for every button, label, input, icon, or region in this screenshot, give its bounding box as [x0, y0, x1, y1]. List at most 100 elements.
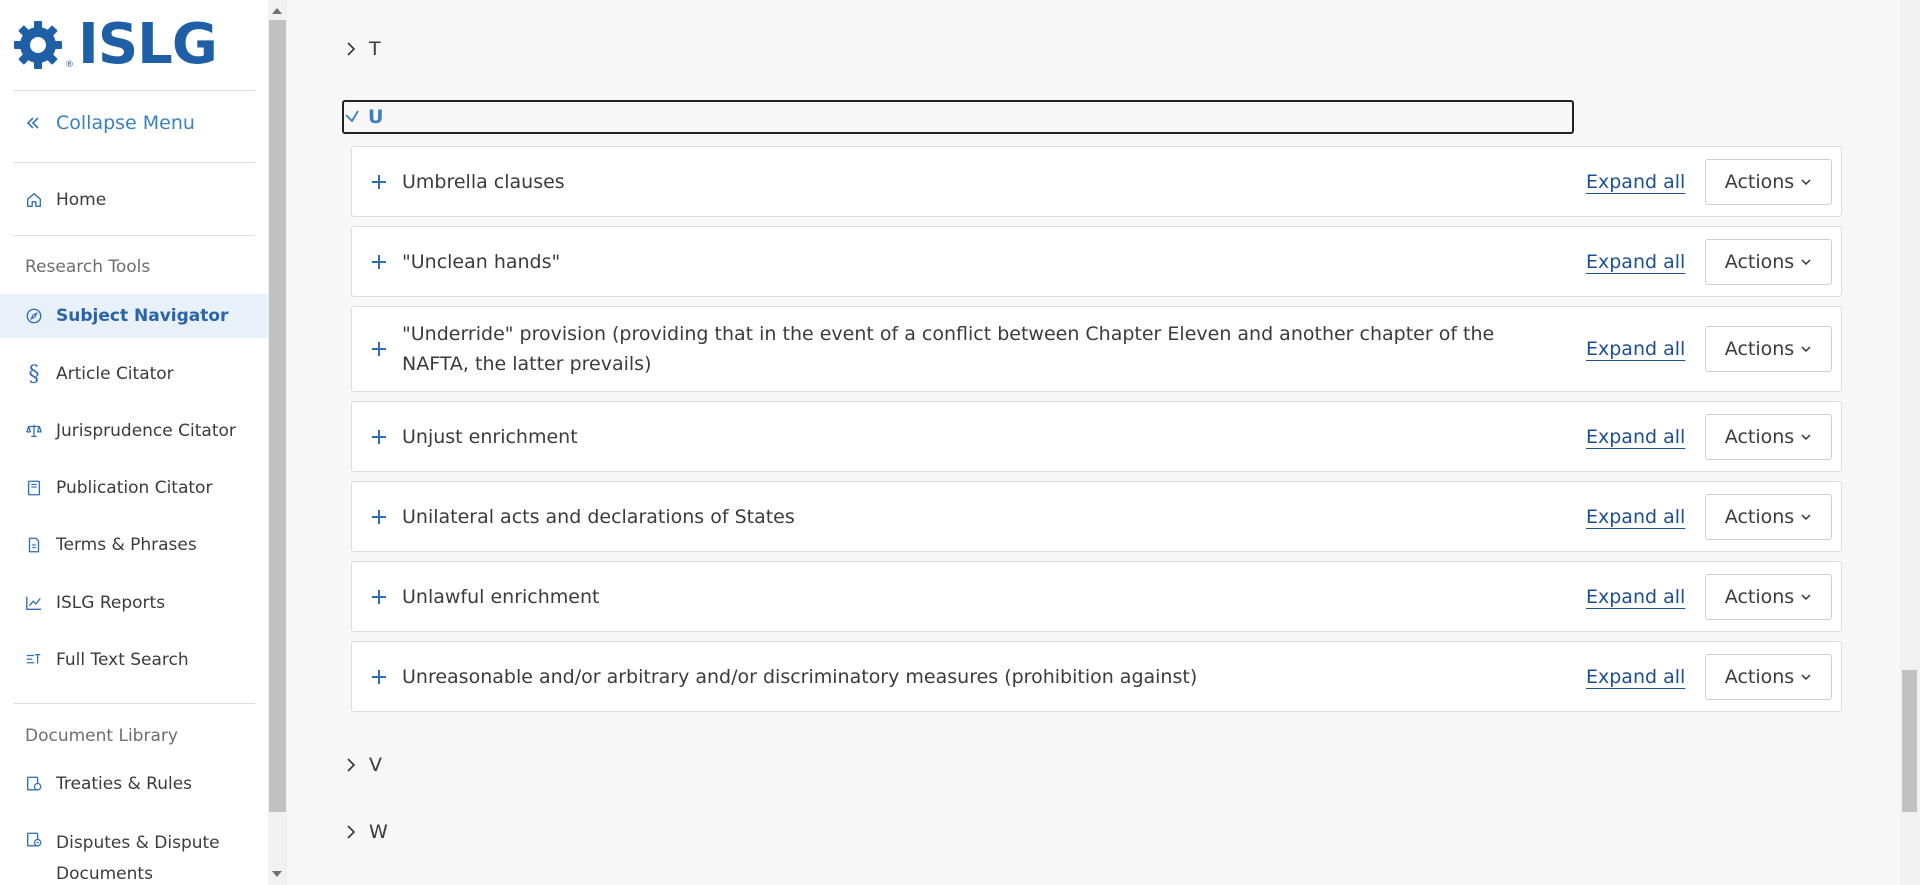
- collapse-menu-button[interactable]: Collapse Menu: [24, 112, 195, 134]
- scales-icon: [24, 421, 44, 441]
- nav-article-citator[interactable]: § Article Citator: [0, 352, 268, 396]
- nav-label: Publication Citator: [56, 478, 213, 498]
- subject-card: Unreasonable and/or arbitrary and/or dis…: [351, 641, 1842, 712]
- plus-icon[interactable]: [370, 340, 388, 358]
- divider: [13, 90, 255, 91]
- divider: [13, 235, 255, 236]
- actions-dropdown[interactable]: Actions: [1705, 413, 1832, 460]
- actions-label: Actions: [1724, 170, 1795, 193]
- letter-section-w[interactable]: W: [343, 821, 388, 843]
- logo-text: ISLG: [78, 12, 218, 77]
- subject-card: "Unclean hands" Expand all Actions: [351, 226, 1842, 297]
- plus-icon[interactable]: [370, 668, 388, 686]
- letter-section-v[interactable]: V: [343, 754, 382, 776]
- plus-icon[interactable]: [370, 428, 388, 446]
- sidebar-scroll-up-arrow[interactable]: [272, 8, 282, 14]
- nav-label: Jurisprudence Citator: [56, 421, 236, 441]
- actions-dropdown[interactable]: Actions: [1705, 326, 1832, 372]
- plus-icon[interactable]: [370, 253, 388, 271]
- letter-section-u[interactable]: U: [342, 100, 1574, 134]
- letter-label: W: [369, 821, 388, 843]
- letter-label: U: [368, 106, 384, 128]
- sidebar-scroll-down-arrow[interactable]: [272, 871, 282, 877]
- dispute-icon: [24, 830, 44, 850]
- actions-label: Actions: [1724, 665, 1795, 688]
- registered-mark: ®: [65, 60, 74, 70]
- subject-card: Unjust enrichment Expand all Actions: [351, 401, 1842, 472]
- chevron-down-icon: [1801, 178, 1811, 185]
- plus-icon[interactable]: [370, 173, 388, 191]
- actions-dropdown[interactable]: Actions: [1705, 493, 1832, 540]
- subject-card: "Underride" provision (providing that in…: [351, 306, 1842, 392]
- text-search-icon: [24, 650, 44, 670]
- actions-label: Actions: [1724, 585, 1795, 608]
- nav-treaties-rules[interactable]: Treaties & Rules: [0, 762, 268, 806]
- expand-all-link[interactable]: Expand all: [1586, 506, 1685, 528]
- chevron-down-icon: [1801, 346, 1811, 353]
- chevron-right-icon: [347, 758, 356, 772]
- nav-label: Article Citator: [56, 364, 174, 384]
- home-icon: [24, 190, 44, 210]
- nav-islg-reports[interactable]: ISLG Reports: [0, 581, 268, 625]
- document-icon: [24, 535, 44, 555]
- expand-all-link[interactable]: Expand all: [1586, 338, 1685, 360]
- nav-label: Disputes & Dispute Documents: [56, 833, 220, 884]
- subject-title[interactable]: Unjust enrichment: [402, 422, 1532, 452]
- letter-label: T: [369, 38, 381, 60]
- chevron-down-icon: [1801, 433, 1811, 440]
- chevron-down-icon: [1801, 513, 1811, 520]
- nav-subject-navigator[interactable]: Subject Navigator: [0, 294, 268, 338]
- expand-all-link[interactable]: Expand all: [1586, 426, 1685, 448]
- research-tools-heading: Research Tools: [25, 257, 151, 277]
- nav-publication-citator[interactable]: Publication Citator: [0, 466, 268, 510]
- chart-line-icon: [24, 593, 44, 613]
- subject-title[interactable]: Unlawful enrichment: [402, 582, 1532, 612]
- nav-label: ISLG Reports: [56, 593, 166, 613]
- nav-label: Terms & Phrases: [56, 535, 197, 555]
- nav-label: Treaties & Rules: [56, 774, 193, 794]
- actions-label: Actions: [1724, 505, 1795, 528]
- divider: [13, 162, 255, 163]
- subject-card: Umbrella clauses Expand all Actions: [351, 146, 1842, 217]
- subject-card: Unlawful enrichment Expand all Actions: [351, 561, 1842, 632]
- subject-title[interactable]: Unilateral acts and declarations of Stat…: [402, 502, 1532, 532]
- subject-title[interactable]: "Underride" provision (providing that in…: [402, 319, 1532, 379]
- letter-label: V: [369, 754, 382, 776]
- nav-jurisprudence-citator[interactable]: Jurisprudence Citator: [0, 409, 268, 453]
- subject-title[interactable]: Unreasonable and/or arbitrary and/or dis…: [402, 662, 1532, 692]
- actions-dropdown[interactable]: Actions: [1705, 158, 1832, 205]
- actions-label: Actions: [1724, 338, 1795, 360]
- subject-navigator-main: T U Umbrella clauses Expand all Actions …: [287, 0, 1900, 885]
- islg-logo[interactable]: ® ISLG: [12, 12, 218, 77]
- expand-all-link[interactable]: Expand all: [1586, 586, 1685, 608]
- actions-dropdown[interactable]: Actions: [1705, 653, 1832, 700]
- expand-all-link[interactable]: Expand all: [1586, 251, 1685, 273]
- actions-dropdown[interactable]: Actions: [1705, 573, 1832, 620]
- sidebar: ® ISLG Collapse Menu Home Research Tools…: [0, 0, 268, 885]
- document-library-heading: Document Library: [25, 726, 178, 746]
- chevron-right-icon: [347, 42, 356, 56]
- main-scrollbar-thumb[interactable]: [1902, 670, 1917, 812]
- double-chevron-left-icon: [26, 117, 39, 129]
- nav-disputes-documents[interactable]: Disputes & Dispute Documents: [0, 820, 268, 884]
- nav-full-text-search[interactable]: Full Text Search: [0, 638, 268, 682]
- compass-icon: [24, 306, 44, 326]
- plus-icon[interactable]: [370, 508, 388, 526]
- sidebar-scrollbar-thumb[interactable]: [269, 20, 286, 812]
- section-sign-icon: §: [28, 361, 40, 387]
- chevron-down-icon: [345, 110, 359, 123]
- expand-all-link[interactable]: Expand all: [1586, 171, 1685, 193]
- chevron-down-icon: [1801, 258, 1811, 265]
- nav-label: Full Text Search: [56, 650, 189, 670]
- expand-all-link[interactable]: Expand all: [1586, 666, 1685, 688]
- subject-title[interactable]: "Unclean hands": [402, 247, 1532, 277]
- collapse-menu-label: Collapse Menu: [56, 112, 195, 134]
- plus-icon[interactable]: [370, 588, 388, 606]
- nav-home[interactable]: Home: [0, 178, 268, 222]
- nav-terms-phrases[interactable]: Terms & Phrases: [0, 523, 268, 567]
- letter-section-t[interactable]: T: [343, 38, 381, 60]
- actions-dropdown[interactable]: Actions: [1705, 238, 1832, 285]
- nav-label: Subject Navigator: [56, 306, 229, 326]
- subject-title[interactable]: Umbrella clauses: [402, 167, 1532, 197]
- actions-label: Actions: [1724, 250, 1795, 273]
